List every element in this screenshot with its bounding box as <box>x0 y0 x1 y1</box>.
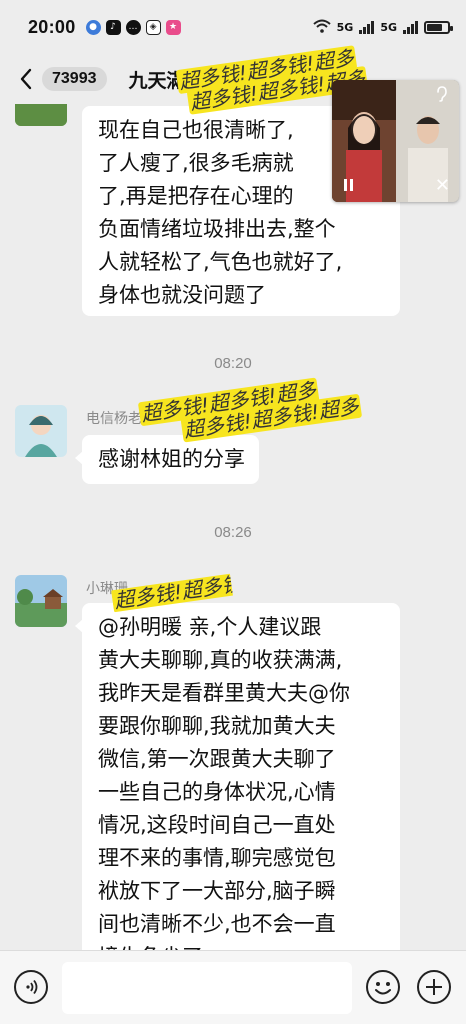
timestamp: 08:20 <box>214 355 252 372</box>
voice-icon <box>26 979 38 995</box>
signal-icon-2 <box>403 20 418 34</box>
plus-icon <box>426 979 442 995</box>
close-icon[interactable]: ✕ <box>435 175 450 196</box>
message-line: 间也清晰不少,也不会一直 <box>98 912 336 936</box>
network-label-2: 5G <box>380 20 397 34</box>
shopping-app-icon: ★ <box>165 19 181 35</box>
avatar[interactable] <box>15 405 67 457</box>
message-line: 一些自己的身体状况,心情 <box>98 780 336 804</box>
video-call-window[interactable]: ✕ <box>332 80 459 202</box>
chat-title[interactable]: 九天滿 <box>129 66 186 93</box>
video-feed-left <box>332 80 396 202</box>
message-line: 我昨天是看群里黄大夫@你 <box>98 681 350 705</box>
earpiece-icon[interactable] <box>435 86 449 106</box>
chevron-left-icon <box>20 68 32 90</box>
back-button[interactable] <box>14 64 38 94</box>
avatar[interactable] <box>15 104 67 126</box>
message-line: 微信,第一次跟黄大夫聊了 <box>98 747 336 771</box>
message-line: @孙明暖 亲,个人建议跟 <box>98 615 322 639</box>
message-line: 理不来的事情,聊完感觉包 <box>98 846 336 870</box>
tiktok-icon: ♪ <box>105 19 121 35</box>
app-icon: ◈ <box>145 19 161 35</box>
browser-icon: ● <box>85 19 101 35</box>
message-line: 要跟你聊聊,我就加黄大夫 <box>98 714 336 738</box>
message-bubble[interactable]: @孙明暖 亲,个人建议跟 黄大夫聊聊,真的收获满满, 我昨天是看群里黄大夫@你 … <box>75 603 400 950</box>
emoji-icon <box>375 982 391 995</box>
message-line: 情况,这段时间自己一直处 <box>98 813 336 837</box>
battery-icon <box>424 20 453 34</box>
message-line: 黄大夫聊聊,真的收获满满, <box>98 648 343 672</box>
timestamp: 08:26 <box>214 524 252 541</box>
avatar[interactable] <box>15 575 67 627</box>
input-bar <box>0 950 466 1024</box>
message-input[interactable] <box>62 962 352 1014</box>
network-label-1: 5G <box>336 20 354 34</box>
message-line: 境生角尖了 <box>98 941 386 950</box>
signal-icon <box>359 20 375 34</box>
status-bar: 20:00 ● ♪ … ◈ ★ 5G 5G <box>0 0 466 54</box>
message-line: 袱放下了一大部分,脑子瞬 <box>98 879 336 903</box>
status-time: 20:00 <box>28 16 76 37</box>
message-line: 身体也就没问题了 <box>98 283 266 307</box>
sender-name-text: 电信杨 <box>86 411 128 427</box>
message-line: 感谢林姐的分享 <box>98 447 245 471</box>
message-list[interactable]: 现在自己也很清晰了, 了人瘦了,很多毛病就 了,再是把存在心理的 负面情绪垃圾排… <box>0 104 466 950</box>
unread-count-badge[interactable]: 73993 <box>42 67 107 91</box>
voice-button[interactable] <box>14 970 48 1004</box>
sender-name: 电信杨老 <box>86 408 142 428</box>
pause-icon[interactable] <box>344 179 353 191</box>
chat-title-tail: 滿 <box>166 69 186 92</box>
message-icon: … <box>125 19 141 35</box>
plus-button[interactable] <box>417 970 451 1004</box>
sender-name: 小琳珊 <box>86 581 128 597</box>
message-line: 人就轻松了,气色也就好了, <box>98 250 343 274</box>
sender-name-tail: 老 <box>128 411 142 427</box>
message-bubble[interactable]: 感谢林姐的分享 <box>75 435 259 484</box>
wifi-icon <box>312 19 331 36</box>
message-line: 负面情绪垃圾排出去,整个 <box>98 217 336 241</box>
emoji-button[interactable] <box>366 970 400 1004</box>
notification-icons: ● ♪ … ◈ ★ <box>85 19 181 35</box>
chat-title-text: 九天 <box>128 69 167 92</box>
status-right: 5G 5G <box>312 19 453 36</box>
